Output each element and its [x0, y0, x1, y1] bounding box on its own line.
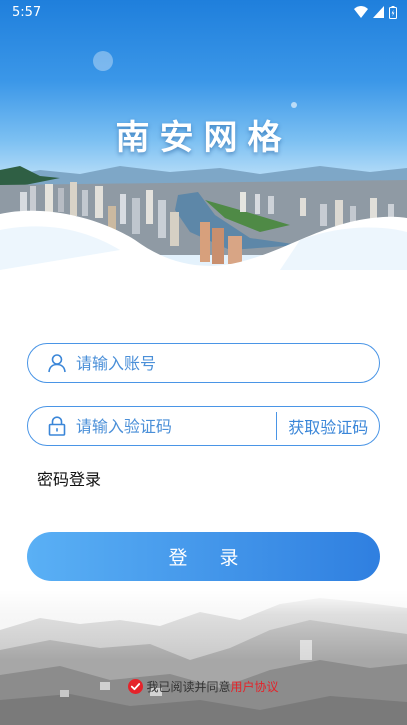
- wifi-icon: [354, 6, 368, 18]
- account-input[interactable]: [76, 353, 379, 373]
- bottom-landscape-image: [0, 590, 407, 725]
- user-agreement-link[interactable]: 用户协议: [231, 678, 279, 695]
- app-title: 南安网格: [115, 118, 292, 158]
- login-button[interactable]: 登录: [27, 532, 380, 581]
- signal-icon: [373, 6, 384, 18]
- agreement-text: 我已阅读并同意: [146, 679, 231, 694]
- password-login-link[interactable]: 密码登录: [37, 466, 101, 490]
- check-circle-icon: [128, 678, 144, 694]
- lock-icon: [46, 415, 68, 437]
- user-icon: [46, 352, 68, 374]
- account-field[interactable]: [27, 343, 380, 383]
- hero-banner: 南安网格: [0, 0, 407, 270]
- get-code-button[interactable]: 获取验证码: [277, 414, 379, 438]
- status-icons: [354, 5, 397, 19]
- verification-code-field[interactable]: 获取验证码: [27, 406, 380, 446]
- verification-code-input[interactable]: [75, 416, 276, 436]
- agreement-checkbox[interactable]: [128, 678, 144, 694]
- agreement-row: 我已阅读并同意 用户协议: [0, 676, 407, 696]
- status-time: 5:57: [12, 4, 42, 20]
- battery-icon: [389, 5, 397, 19]
- status-bar: 5:57: [0, 0, 407, 24]
